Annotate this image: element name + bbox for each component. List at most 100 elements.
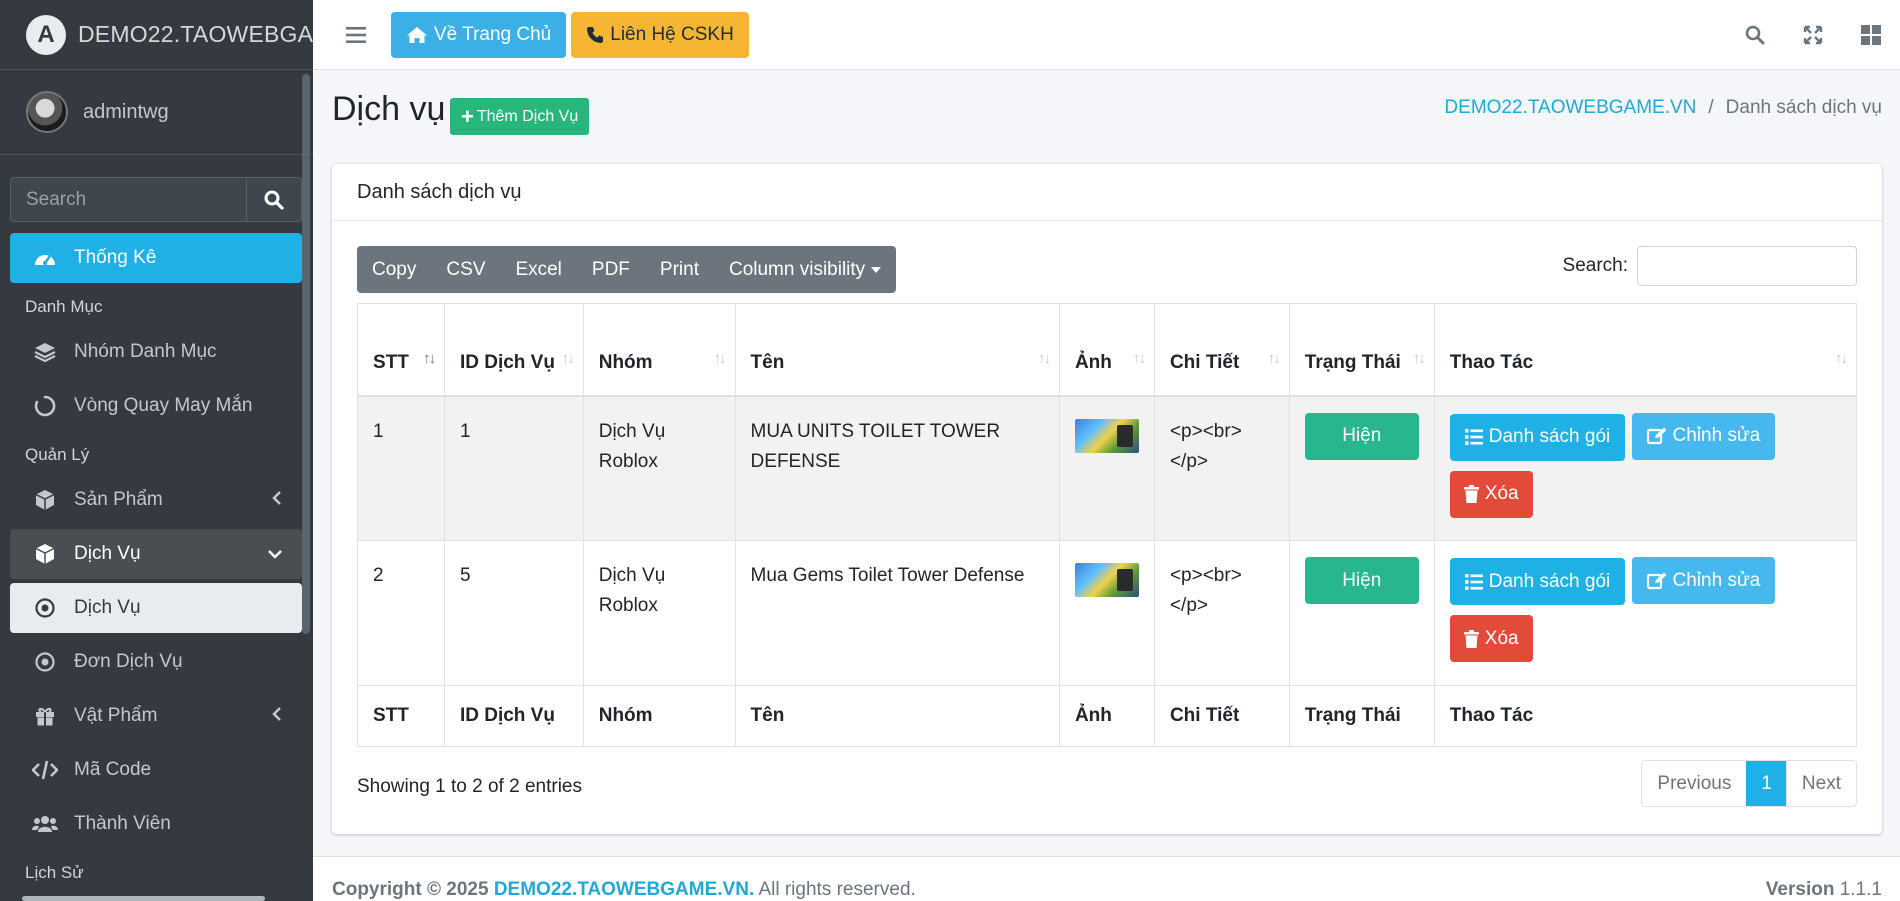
cell-id: 1 xyxy=(443,395,584,541)
edit-icon xyxy=(1646,427,1667,445)
table-search-input[interactable] xyxy=(1637,246,1857,286)
edit-button[interactable]: Chỉnh sửa xyxy=(1631,412,1776,460)
sidebar-subitem-dich-vu[interactable]: Dịch Vụ xyxy=(10,583,302,633)
edit-button[interactable]: Chỉnh sửa xyxy=(1631,557,1776,604)
delete-button[interactable]: Xóa xyxy=(1449,615,1533,662)
gift-icon xyxy=(32,704,58,728)
footer-detail: Chi Tiết xyxy=(1153,685,1290,747)
top-navbar: Về Trang Chủ Liên Hệ CSKH xyxy=(313,0,1900,70)
column-header-stt[interactable]: STT ↑↓ xyxy=(357,303,445,397)
home-button[interactable]: Về Trang Chủ xyxy=(391,11,567,58)
sidebar-search: Search xyxy=(10,177,302,222)
column-header-label: STT xyxy=(373,351,409,373)
edit-label: Chỉnh sửa xyxy=(1672,569,1761,591)
sidebar-subitem-don-dich-vu[interactable]: Đơn Dịch Vụ xyxy=(10,637,302,687)
sidebar-item-label: Thống Kê xyxy=(74,247,157,268)
footer-site-link[interactable]: DEMO22.TAOWEBGAME.VN. xyxy=(494,879,754,900)
sidebar-item-label: Mã Code xyxy=(74,759,152,780)
sidebar-search-input[interactable]: Search xyxy=(10,177,246,222)
footer-actions: Thao Tác xyxy=(1433,685,1858,747)
cell-detail: <p><br></p> xyxy=(1153,395,1290,541)
sidebar-horizontal-scrollbar[interactable] xyxy=(22,896,265,901)
next-page-button[interactable]: Next xyxy=(1785,761,1856,806)
trash-icon xyxy=(1463,629,1479,648)
edit-label: Chỉnh sửa xyxy=(1672,425,1761,446)
sidebar-item-thong-ke[interactable]: Thống Kê xyxy=(10,233,302,283)
column-header-status[interactable]: Trạng Thái ↑↓ xyxy=(1288,303,1435,397)
cell-id: 5 xyxy=(443,540,584,686)
copy-button[interactable]: Copy xyxy=(357,246,431,293)
pdf-button[interactable]: PDF xyxy=(577,246,645,293)
row-actions: Danh sách gói Chỉnh sửa Xóa xyxy=(1449,557,1841,662)
column-header-id[interactable]: ID Dịch Vụ ↑↓ xyxy=(443,303,584,397)
search-icon[interactable] xyxy=(1726,0,1784,70)
service-thumbnail[interactable] xyxy=(1074,418,1139,453)
sidebar-item-label: Vòng Quay May Mắn xyxy=(74,395,253,416)
row-actions: Danh sách gói Chỉnh sửa Xóa xyxy=(1449,412,1841,518)
column-header-group[interactable]: Nhóm ↑↓ xyxy=(582,303,736,397)
sidebar-scrollbar[interactable] xyxy=(302,74,310,634)
home-icon xyxy=(406,26,428,44)
column-header-actions[interactable]: Thao Tác ↑↓ xyxy=(1433,303,1858,397)
service-thumbnail[interactable] xyxy=(1074,563,1139,597)
page-footer: Copyright © 2025 DEMO22.TAOWEBGAME.VN. A… xyxy=(313,856,1900,901)
column-header-detail[interactable]: Chi Tiết ↑↓ xyxy=(1153,303,1290,397)
list-icon xyxy=(1464,573,1483,590)
sidebar-item-vong-quay[interactable]: Vòng Quay May Mắn xyxy=(10,381,302,431)
status-badge[interactable]: Hiện xyxy=(1304,557,1419,604)
sidebar-nav: Thống Kê Danh Mục Nhóm Danh Mục Vòng Qua… xyxy=(10,233,302,893)
services-table: STT ↑↓ ID Dịch Vụ ↑↓ Nhóm ↑↓ Tên ↑↓ Ảnh ↑↓ Ch… xyxy=(357,303,1858,747)
sidebar-item-nhom-danh-muc[interactable]: Nhóm Danh Mục xyxy=(10,327,302,377)
excel-button[interactable]: Excel xyxy=(500,246,576,293)
search-icon xyxy=(264,190,284,210)
sort-icon: ↑↓ xyxy=(1132,349,1146,367)
package-list-button[interactable]: Danh sách gói xyxy=(1449,413,1626,461)
column-header-image[interactable]: Ảnh ↑↓ xyxy=(1058,303,1155,397)
menu-toggle-icon[interactable] xyxy=(343,24,369,46)
sort-icon: ↑↓ xyxy=(1037,349,1051,367)
sidebar-item-san-pham[interactable]: Sản Phẩm xyxy=(10,475,302,525)
sidebar-search-button[interactable] xyxy=(246,177,302,222)
nav-header-danh-muc: Danh Mục xyxy=(25,297,103,316)
breadcrumb-home-link[interactable]: DEMO22.TAOWEBGAME.VN xyxy=(1444,97,1696,119)
edit-icon xyxy=(1646,572,1667,590)
rights-text: All rights reserved. xyxy=(758,879,916,900)
table-row: 1 1 Dịch Vụ Roblox MUA UNITS TOILET TOWE… xyxy=(357,395,1858,541)
service-list-card: Danh sách dịch vụ Copy CSV Excel PDF Pri… xyxy=(332,164,1882,834)
cell-group: Dịch Vụ Roblox xyxy=(582,540,736,686)
csv-button[interactable]: CSV xyxy=(431,246,500,293)
print-button[interactable]: Print xyxy=(645,246,714,293)
breadcrumb: DEMO22.TAOWEBGAME.VN / Danh sách dịch vụ xyxy=(1444,97,1882,119)
brand-link[interactable]: A DEMO22.TAOWEBGAME xyxy=(0,0,313,70)
table-row: 2 5 Dịch Vụ Roblox Mua Gems Toilet Tower… xyxy=(357,540,1858,686)
footer-name: Tên xyxy=(734,685,1060,747)
sidebar-item-label: Vật Phẩm xyxy=(74,705,158,726)
spinner-icon xyxy=(32,394,58,418)
contact-button[interactable]: Liên Hệ CSKH xyxy=(571,11,749,58)
topbar-right xyxy=(1726,0,1900,70)
column-header-name[interactable]: Tên ↑↓ xyxy=(734,303,1060,397)
fullscreen-icon[interactable] xyxy=(1784,0,1842,70)
footer-group: Nhóm xyxy=(582,685,736,747)
sidebar-item-thanh-vien[interactable]: Thành Viên xyxy=(10,799,302,849)
user-panel[interactable]: admintwg xyxy=(0,70,313,155)
footer-id: ID Dịch Vụ xyxy=(443,685,584,747)
status-badge[interactable]: Hiện xyxy=(1304,412,1419,460)
previous-page-button[interactable]: Previous xyxy=(1642,761,1746,806)
delete-button[interactable]: Xóa xyxy=(1449,470,1533,518)
phone-icon xyxy=(586,26,604,44)
page-button-1[interactable]: 1 xyxy=(1746,761,1786,806)
package-list-button[interactable]: Danh sách gói xyxy=(1449,558,1626,605)
sidebar-item-label: Thành Viên xyxy=(74,813,171,834)
column-visibility-button[interactable]: Column visibility xyxy=(714,246,896,293)
cell-image xyxy=(1058,395,1155,541)
sidebar-item-vat-pham[interactable]: Vật Phẩm xyxy=(10,691,302,741)
grid-icon[interactable] xyxy=(1842,0,1900,70)
cell-stt: 2 xyxy=(357,540,445,686)
trash-icon xyxy=(1463,485,1479,503)
add-service-button[interactable]: + Thêm Dịch Vụ xyxy=(450,98,590,135)
sidebar-item-dich-vu[interactable]: Dịch Vụ xyxy=(10,529,302,579)
sidebar-item-ma-code[interactable]: Mã Code xyxy=(10,745,302,795)
column-header-label: Nhóm xyxy=(598,351,653,373)
dot-circle-icon xyxy=(32,596,58,620)
